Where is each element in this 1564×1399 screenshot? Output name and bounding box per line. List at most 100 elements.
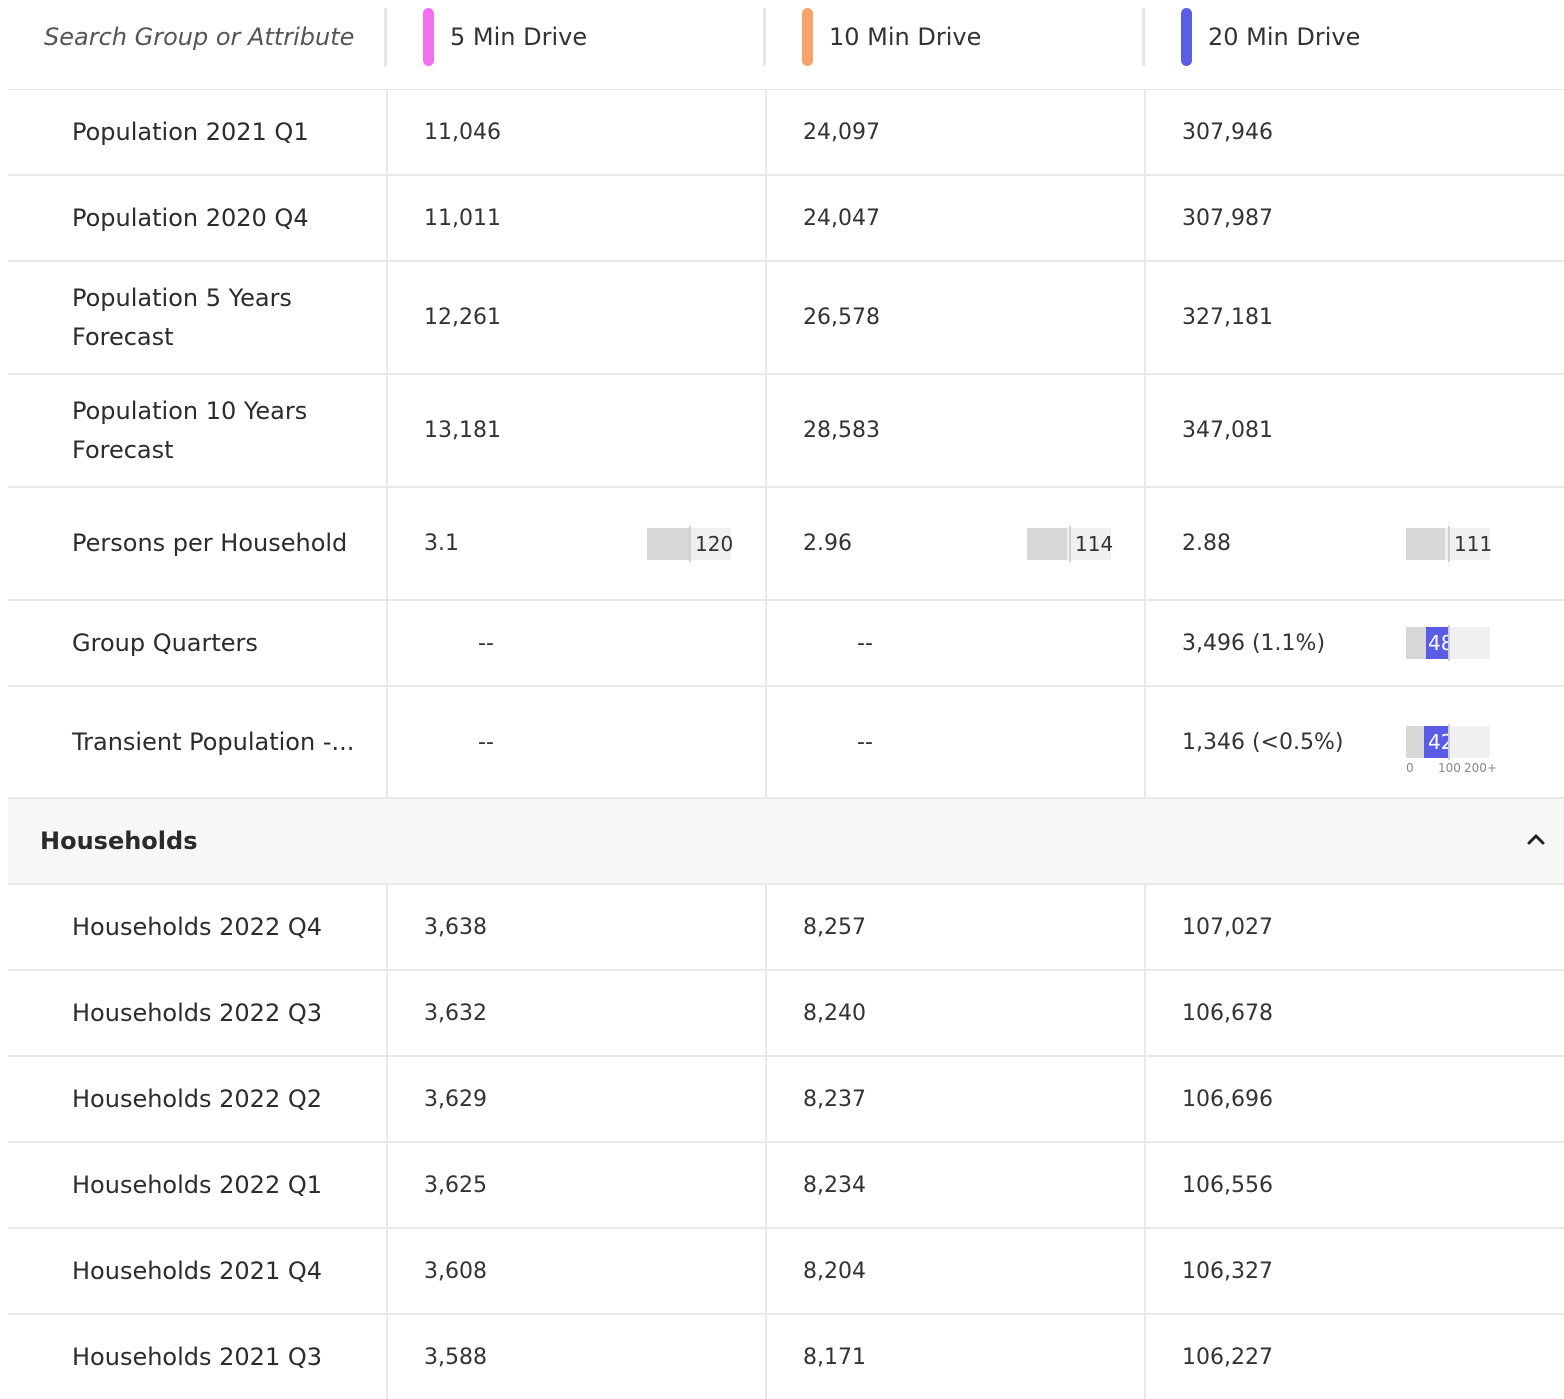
cell-value: -- bbox=[478, 729, 494, 755]
index-bar-fill bbox=[1406, 627, 1426, 659]
color-swatch bbox=[802, 8, 813, 66]
index-bar-midline bbox=[1448, 525, 1450, 562]
cell-value: -- bbox=[478, 630, 494, 656]
row-label: Households 2021 Q4 bbox=[72, 1256, 323, 1285]
cell-value: 307,946 bbox=[1182, 119, 1273, 145]
cell-value: 11,011 bbox=[424, 205, 501, 231]
cell-value: 106,327 bbox=[1182, 1258, 1273, 1284]
table-row: Households 2021 Q3 3,588 8,171 106,227 bbox=[8, 1315, 1564, 1399]
cell-value: 8,240 bbox=[803, 1000, 866, 1026]
column-label: 20 Min Drive bbox=[1208, 23, 1361, 51]
table-row: Group Quarters -- -- 3,496 (1.1%) 48 bbox=[8, 601, 1564, 687]
header-divider bbox=[763, 8, 766, 66]
column-header-10-min[interactable]: 10 Min Drive bbox=[802, 8, 981, 66]
cell-value: 28,583 bbox=[803, 418, 880, 443]
column-label: 10 Min Drive bbox=[829, 23, 982, 51]
row-label: Group Quarters bbox=[72, 628, 258, 657]
table-header: 5 Min Drive 10 Min Drive 20 Min Drive bbox=[8, 0, 1564, 90]
cell-value: 106,227 bbox=[1182, 1344, 1273, 1370]
cell-value: -- bbox=[857, 729, 873, 755]
cell-value: 347,081 bbox=[1182, 418, 1273, 443]
index-bar-fill bbox=[1027, 527, 1067, 560]
header-divider bbox=[1142, 8, 1145, 66]
index-bar-midline bbox=[1448, 724, 1450, 760]
index-value: 114 bbox=[1075, 531, 1114, 556]
cell-value: 13,181 bbox=[424, 418, 501, 443]
cell-value: -- bbox=[857, 630, 873, 656]
table-row: Transient Population -... -- -- 1,346 (<… bbox=[8, 687, 1564, 799]
cell-value: 3,632 bbox=[424, 1000, 487, 1026]
row-label: Households 2022 Q1 bbox=[72, 1170, 323, 1199]
scale-min-label: 0 bbox=[1406, 761, 1414, 775]
row-label: Population 5 Years Forecast bbox=[72, 283, 292, 351]
cell-value: 8,257 bbox=[803, 914, 866, 940]
column-header-5-min[interactable]: 5 Min Drive bbox=[423, 8, 587, 66]
row-label: Households 2021 Q3 bbox=[72, 1342, 323, 1371]
cell-value: 8,204 bbox=[803, 1258, 866, 1284]
cell-value: 3,496 (1.1%) bbox=[1182, 630, 1326, 656]
table-row: Population 5 Years Forecast 12,261 26,57… bbox=[8, 262, 1564, 375]
cell-value: 1,346 (<0.5%) bbox=[1182, 729, 1344, 755]
cell-value: 3,625 bbox=[424, 1172, 487, 1198]
chevron-up-icon[interactable] bbox=[1526, 832, 1546, 846]
index-value: 111 bbox=[1454, 531, 1493, 556]
search-input[interactable] bbox=[8, 0, 386, 74]
table-row: Persons per Household 3.1 120 2.96 114 2… bbox=[8, 488, 1564, 601]
cell-value: 3,588 bbox=[424, 1344, 487, 1370]
comparison-table: 5 Min Drive 10 Min Drive 20 Min Drive Po… bbox=[8, 0, 1564, 1399]
row-label: Transient Population -... bbox=[72, 727, 355, 756]
table-row: Households 2022 Q2 3,629 8,237 106,696 bbox=[8, 1057, 1564, 1143]
cell-value: 106,678 bbox=[1182, 1000, 1273, 1026]
cell-value: 3,608 bbox=[424, 1258, 487, 1284]
cell-value: 24,047 bbox=[803, 205, 880, 231]
cell-value: 2.88 bbox=[1182, 531, 1231, 556]
row-label: Households 2022 Q2 bbox=[72, 1084, 323, 1113]
index-bar-fill bbox=[1406, 527, 1445, 560]
header-divider bbox=[384, 8, 387, 66]
color-swatch bbox=[1181, 8, 1192, 66]
table-row: Population 2021 Q1 11,046 24,097 307,946 bbox=[8, 90, 1564, 176]
index-value: 120 bbox=[695, 531, 734, 556]
cell-value: 3,638 bbox=[424, 914, 487, 940]
cell-value: 3.1 bbox=[424, 531, 459, 556]
cell-value: 8,234 bbox=[803, 1172, 866, 1198]
row-label: Population 10 Years Forecast bbox=[72, 396, 308, 464]
row-label: Households 2022 Q4 bbox=[72, 912, 323, 941]
cell-value: 107,027 bbox=[1182, 914, 1273, 940]
index-bar: 120 bbox=[647, 525, 734, 562]
table-row: Households 2021 Q4 3,608 8,204 106,327 bbox=[8, 1229, 1564, 1315]
index-bar: 42 bbox=[1406, 724, 1490, 760]
cell-value: 106,696 bbox=[1182, 1086, 1273, 1112]
index-bar-midline bbox=[1069, 525, 1071, 562]
cell-value: 26,578 bbox=[803, 305, 880, 330]
section-title: Households bbox=[40, 827, 198, 855]
scale-mid-label: 100 bbox=[1438, 761, 1461, 775]
table-row: Households 2022 Q4 3,638 8,257 107,027 bbox=[8, 885, 1564, 971]
scale-max-label: 200+ bbox=[1464, 761, 1497, 775]
cell-value: 307,987 bbox=[1182, 205, 1273, 231]
table-row: Population 10 Years Forecast 13,181 28,5… bbox=[8, 375, 1564, 488]
cell-value: 2.96 bbox=[803, 531, 852, 556]
column-header-20-min[interactable]: 20 Min Drive bbox=[1181, 8, 1360, 66]
row-label: Population 2020 Q4 bbox=[72, 203, 309, 232]
index-bar-midline bbox=[1448, 625, 1450, 661]
index-value: 42 bbox=[1428, 730, 1448, 754]
index-bar: 114 bbox=[1027, 525, 1114, 562]
cell-value: 12,261 bbox=[424, 305, 501, 330]
index-bar-midline bbox=[689, 525, 691, 562]
index-value: 48 bbox=[1428, 631, 1448, 655]
row-label: Population 2021 Q1 bbox=[72, 117, 309, 146]
cell-value: 8,237 bbox=[803, 1086, 866, 1112]
cell-value: 327,181 bbox=[1182, 305, 1273, 330]
table-row: Population 2020 Q4 11,011 24,047 307,987 bbox=[8, 176, 1564, 262]
index-bar-fill bbox=[647, 527, 689, 560]
index-bar: 48 bbox=[1406, 625, 1490, 661]
color-swatch bbox=[423, 8, 434, 66]
cell-value: 24,097 bbox=[803, 119, 880, 145]
index-bar: 111 bbox=[1406, 525, 1493, 562]
table-row: Households 2022 Q1 3,625 8,234 106,556 bbox=[8, 1143, 1564, 1229]
section-header-households[interactable]: Households bbox=[8, 799, 1564, 885]
column-label: 5 Min Drive bbox=[450, 23, 588, 51]
table-row: Households 2022 Q3 3,632 8,240 106,678 bbox=[8, 971, 1564, 1057]
cell-value: 11,046 bbox=[424, 119, 501, 145]
